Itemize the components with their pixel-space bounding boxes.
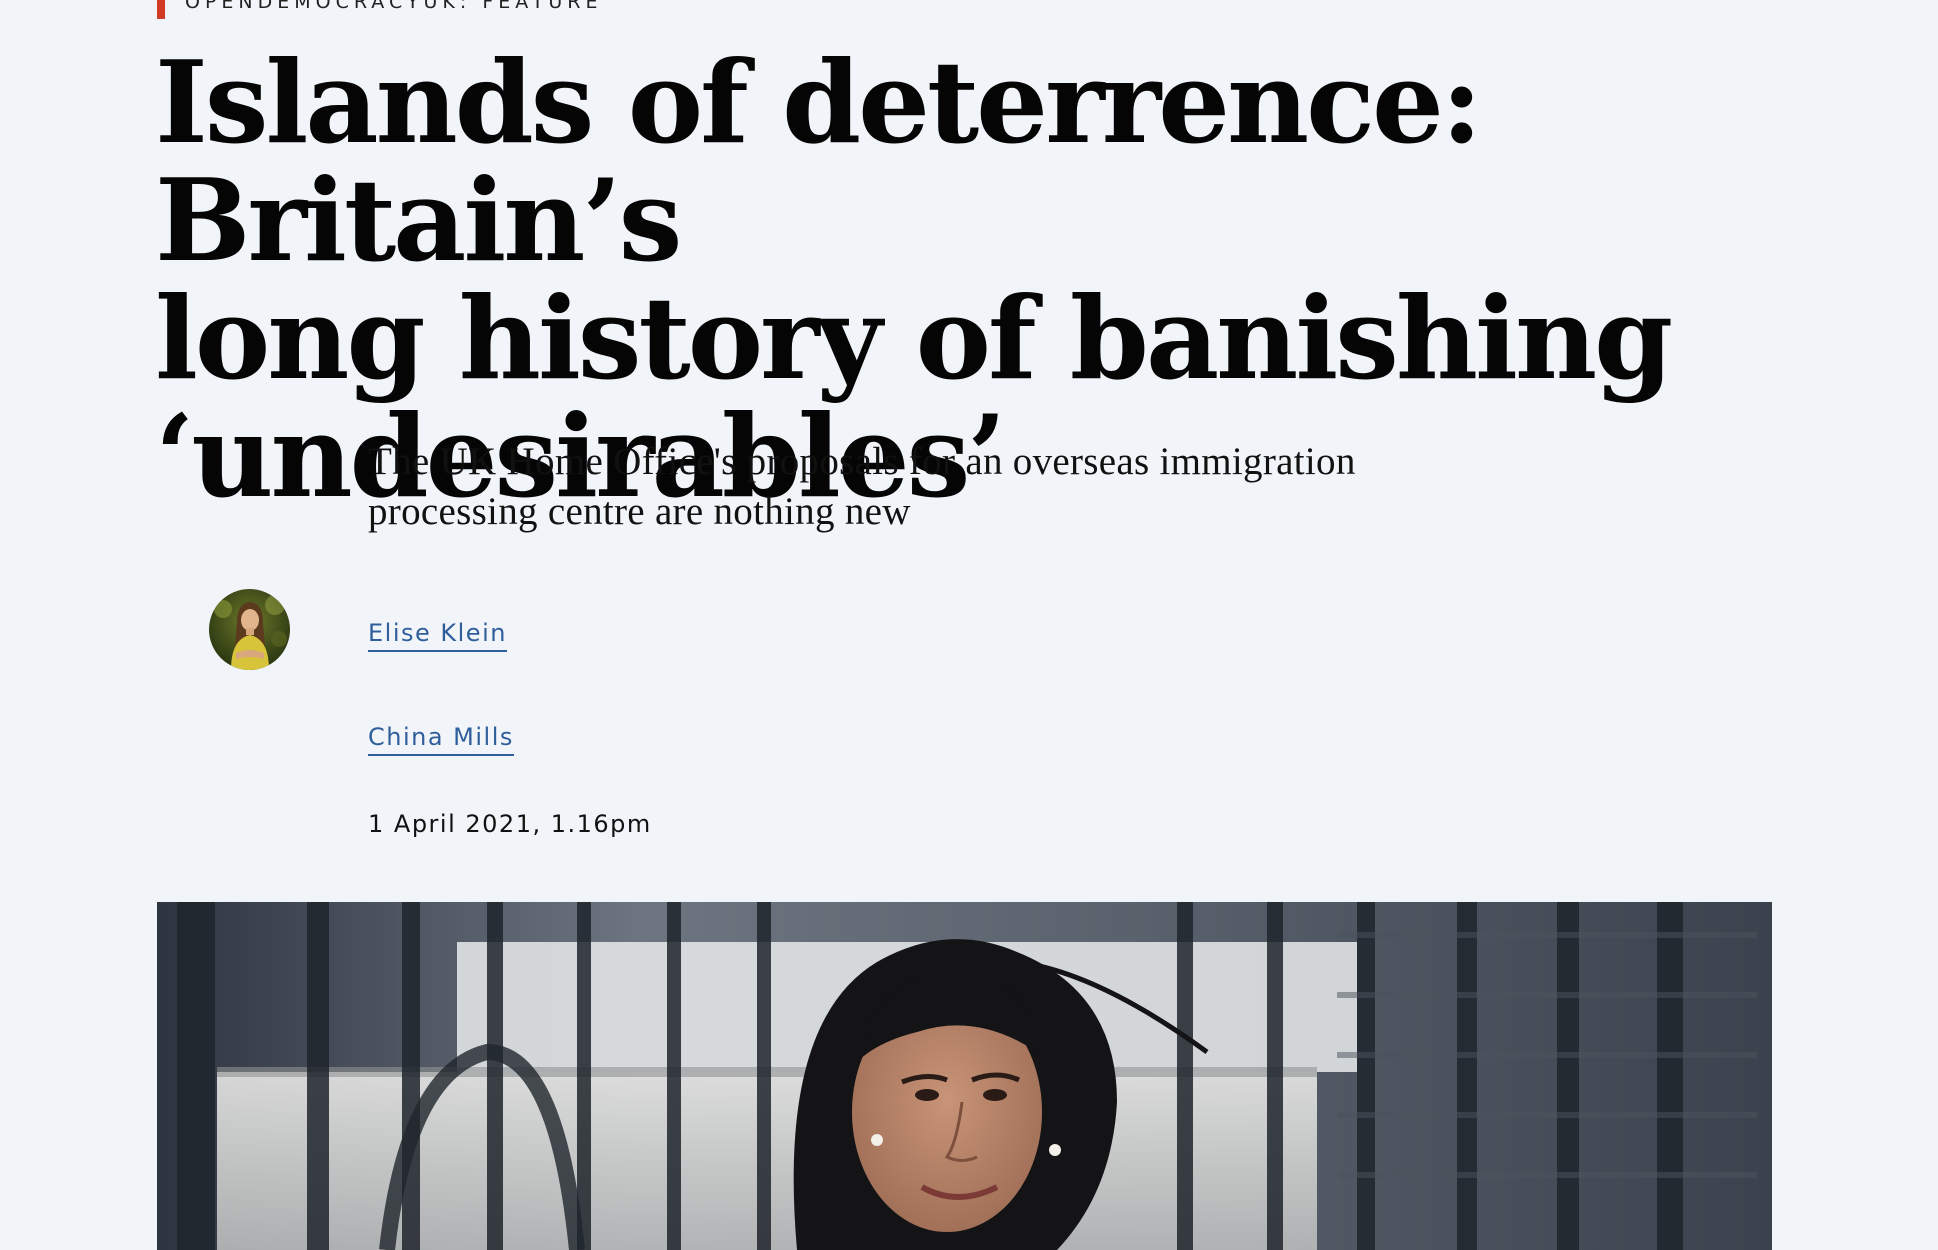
kicker-label[interactable]: OPENDEMOCRACYUK: FEATURE — [185, 0, 603, 13]
article-standfirst: The UK Home Office's proposals for an ov… — [368, 437, 1528, 537]
headline-line-1: Islands of deterrence: Britain’s — [155, 36, 1483, 287]
kicker-accent-bar — [157, 0, 165, 19]
author-avatar-photo — [209, 589, 290, 670]
author-link-china-mills[interactable]: China Mills — [368, 722, 514, 756]
author-avatar[interactable] — [209, 589, 290, 670]
standfirst-line-2: processing centre are nothing new — [368, 490, 911, 533]
author-link-elise-klein[interactable]: Elise Klein — [368, 618, 507, 652]
headline-line-2: long history of banishing — [155, 272, 1673, 405]
hero-photo — [157, 902, 1772, 1250]
standfirst-line-1: The UK Home Office's proposals for an ov… — [368, 440, 1356, 483]
section-kicker[interactable]: OPENDEMOCRACYUK: FEATURE — [157, 0, 603, 19]
hero-image[interactable] — [157, 902, 1772, 1250]
publish-date: 1 April 2021, 1.16pm — [368, 810, 652, 838]
